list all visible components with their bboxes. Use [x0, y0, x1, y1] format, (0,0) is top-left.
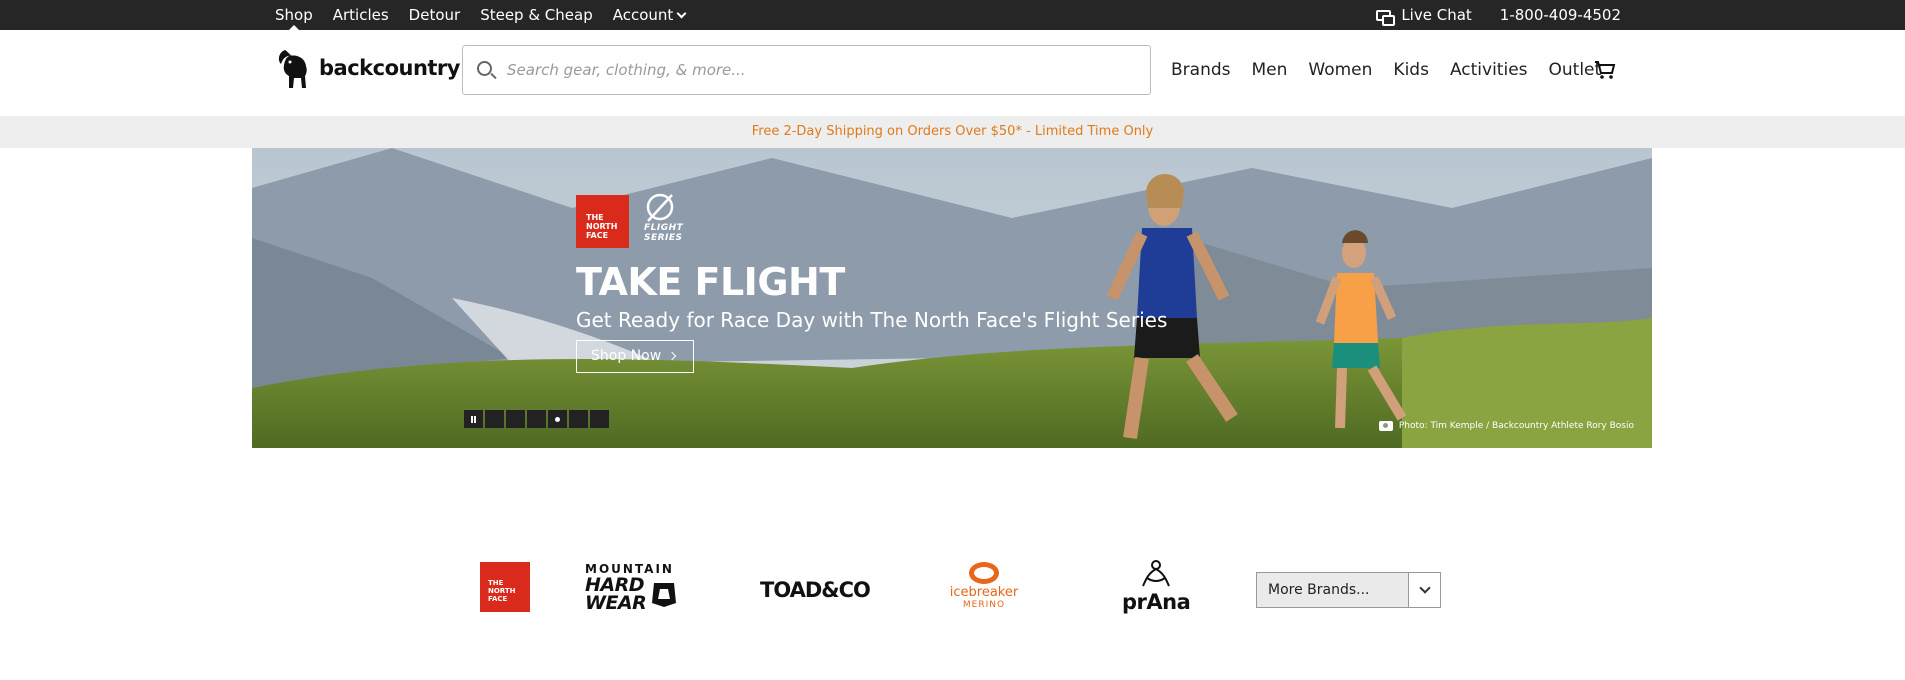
main-nav: Brands Men Women Kids Activities Outlet: [1171, 30, 1622, 110]
pause-icon[interactable]: [464, 410, 483, 428]
shop-now-label: Shop Now: [591, 348, 662, 364]
contact-area: Live Chat 1-800-409-4502: [1376, 0, 1621, 30]
search-input[interactable]: [507, 46, 1137, 94]
utility-link-shop[interactable]: Shop: [275, 0, 313, 30]
brand-logo-mountain-hardwear[interactable]: MOUNTAIN HARD WEAR: [585, 562, 689, 614]
nav-brands[interactable]: Brands: [1171, 60, 1231, 80]
mhw-nut-icon: [652, 583, 677, 607]
account-label: Account: [612, 6, 674, 24]
chevron-down-icon: [676, 8, 687, 19]
arrow-right-icon: [667, 351, 677, 361]
brand-logo-the-north-face[interactable]: THE NORTH FACE: [480, 562, 530, 612]
brand-logo-prana[interactable]: prAna: [1122, 560, 1191, 614]
flight-series-icon: [646, 193, 674, 222]
live-chat-link[interactable]: Live Chat: [1401, 6, 1471, 24]
chevron-down-icon[interactable]: [1408, 573, 1440, 607]
page: Shop Articles Detour Steep & Cheap Accou…: [0, 0, 1905, 680]
search-icon: [477, 61, 492, 76]
carousel-dot[interactable]: [590, 410, 609, 428]
prana-name: prAna: [1122, 590, 1191, 614]
carousel-dot-active[interactable]: [548, 410, 567, 428]
mhw-body: HARD WEAR: [585, 576, 689, 614]
cart-icon[interactable]: [1594, 59, 1616, 81]
prana-figure-icon: [1142, 560, 1170, 587]
more-brands-select[interactable]: More Brands...: [1256, 572, 1441, 608]
icebreaker-icon: [969, 562, 999, 584]
carousel-controls: [464, 410, 609, 428]
brand-logo-toad-and-co[interactable]: TOAD&CO: [760, 578, 871, 602]
carousel-dot[interactable]: [506, 410, 525, 428]
logo-text: backcountry: [319, 56, 460, 80]
shop-now-button[interactable]: Shop Now: [576, 340, 694, 373]
utility-bar: Shop Articles Detour Steep & Cheap Accou…: [0, 0, 1905, 30]
hero-photo: [252, 148, 1652, 448]
flight-series-text: FLIGHT SERIES: [644, 223, 684, 243]
hero-headline: TAKE FLIGHT: [576, 260, 845, 304]
nav-women[interactable]: Women: [1308, 60, 1372, 80]
photo-credit-text: Photo: Tim Kemple / Backcountry Athlete …: [1398, 421, 1634, 431]
nav-activities[interactable]: Activities: [1450, 60, 1528, 80]
utility-link-articles[interactable]: Articles: [333, 0, 389, 30]
site-header: backcountry Brands Men Women Kids Activi…: [0, 30, 1905, 116]
carousel-dot[interactable]: [527, 410, 546, 428]
icebreaker-merino: MERINO: [962, 600, 1006, 610]
tnf-logo: THE NORTH FACE: [576, 195, 629, 248]
photo-credit: Photo: Tim Kemple / Backcountry Athlete …: [1378, 421, 1634, 431]
goat-logo-icon: [278, 50, 307, 88]
utility-link-account[interactable]: Account: [612, 0, 687, 30]
chat-icon: [1376, 9, 1396, 26]
icebreaker-name: icebreaker: [949, 585, 1019, 600]
carousel-dot[interactable]: [569, 410, 588, 428]
nav-men[interactable]: Men: [1252, 60, 1288, 80]
camera-icon: [1378, 421, 1393, 431]
mhw-line-3: WEAR: [585, 592, 647, 614]
search-box[interactable]: [462, 45, 1151, 95]
promo-banner[interactable]: Free 2-Day Shipping on Orders Over $50* …: [0, 116, 1905, 148]
brand-row: THE NORTH FACE MOUNTAIN HARD WEAR TOAD&C…: [0, 548, 1905, 628]
utility-link-detour[interactable]: Detour: [409, 0, 461, 30]
flight-series-logo: FLIGHT SERIES: [642, 193, 702, 251]
hero-carousel[interactable]: THE NORTH FACE FLIGHT SERIES TAKE FLIGHT…: [252, 148, 1652, 448]
mhw-words: HARD WEAR: [585, 576, 647, 614]
utility-nav: Shop Articles Detour Steep & Cheap Accou…: [275, 0, 705, 30]
hero-subheadline: Get Ready for Race Day with The North Fa…: [576, 308, 1168, 332]
utility-link-steep-cheap[interactable]: Steep & Cheap: [480, 0, 593, 30]
site-logo[interactable]: backcountry: [275, 46, 460, 90]
more-brands-label: More Brands...: [1268, 582, 1370, 598]
brand-logo-icebreaker[interactable]: icebreaker MERINO: [944, 562, 1024, 610]
carousel-dot[interactable]: [485, 410, 504, 428]
nav-kids[interactable]: Kids: [1393, 60, 1429, 80]
phone-number[interactable]: 1-800-409-4502: [1500, 6, 1621, 24]
